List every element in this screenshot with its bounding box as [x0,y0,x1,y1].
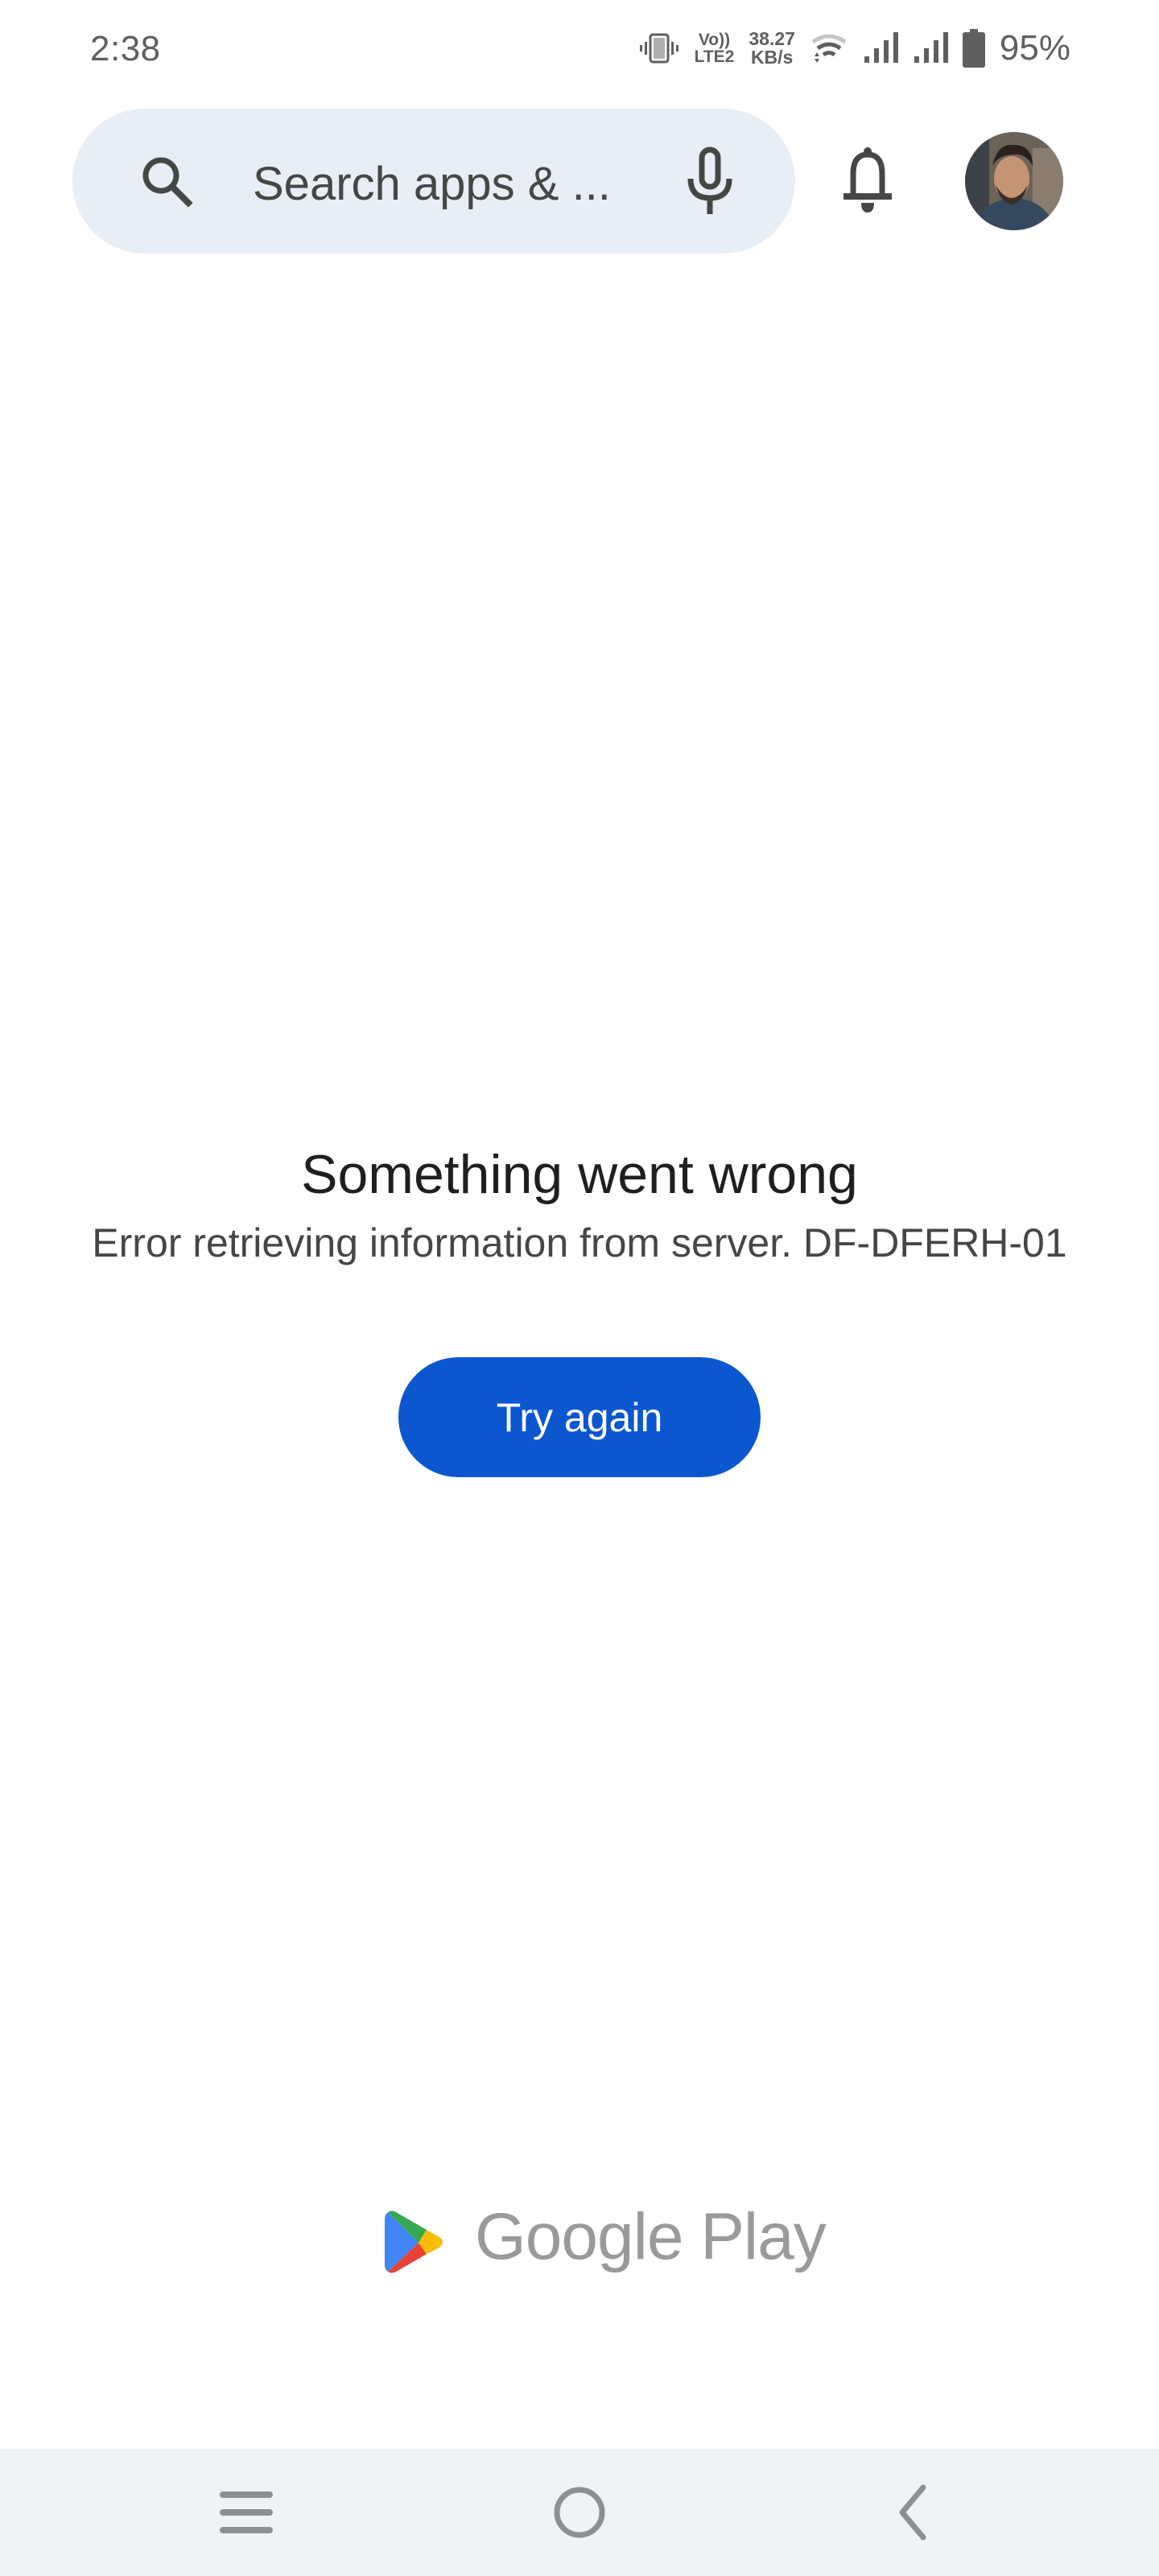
avatar-photo [965,132,1063,230]
search-icon[interactable] [135,150,200,214]
search-input[interactable] [253,155,639,212]
system-nav-bar [0,2449,1159,2576]
mic-icon[interactable] [681,145,739,219]
back-button[interactable] [848,2449,977,2576]
wifi-icon [811,34,847,63]
home-button[interactable] [515,2449,644,2576]
volte-indicator: Vo)) LTE2 [694,31,735,66]
battery-icon [962,29,985,68]
recents-button[interactable] [182,2449,311,2576]
home-circle-icon [554,2487,605,2538]
vibrate-icon [639,33,678,64]
back-chevron-icon [899,2484,926,2541]
signal-icon [864,32,898,63]
bell-icon[interactable] [835,145,900,219]
error-title: Something went wrong [301,1144,858,1205]
menu-icon [220,2491,273,2533]
battery-percent: 95% [999,28,1070,68]
account-avatar[interactable] [965,132,1063,230]
try-again-button[interactable]: Try again [398,1357,761,1477]
status-time: 2:38 [90,29,161,68]
status-icons: Vo)) LTE2 38.27 KB/s 95% [638,23,1070,74]
signal-icon [914,32,948,63]
google-play-logo-icon [385,2211,443,2273]
google-play-wordmark: Google Play [475,2200,827,2273]
error-message: Error retrieving information from server… [92,1220,1067,1265]
network-speed: 38.27 KB/s [749,28,795,68]
